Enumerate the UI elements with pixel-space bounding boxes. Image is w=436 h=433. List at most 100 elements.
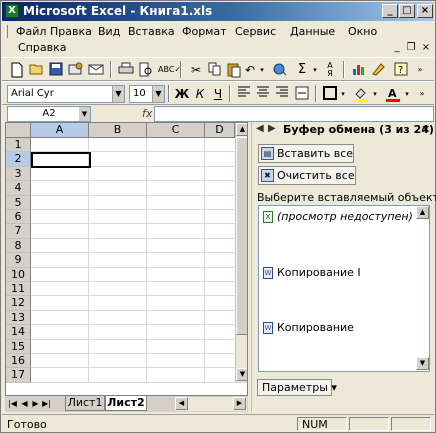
clipboard-items-list[interactable]: X (просмотр недоступен) W Копирование I WК… [258, 205, 430, 372]
align-left-icon[interactable] [236, 86, 252, 102]
paste-icon[interactable] [226, 62, 242, 78]
scroll-right-icon[interactable]: ▶ [233, 397, 246, 410]
scroll-down-icon[interactable]: ▼ [236, 368, 247, 381]
toolbar-options-icon[interactable]: » [412, 62, 428, 78]
drawing-icon[interactable] [371, 62, 387, 78]
row-header-15[interactable]: 15 [6, 339, 31, 354]
print-preview-icon[interactable] [138, 62, 154, 78]
clear-all-button[interactable]: ✖ Очистить все [258, 166, 356, 185]
next-sheet-icon[interactable]: ▶ [31, 397, 40, 410]
row-header-17[interactable]: 17 [6, 368, 31, 383]
chevron-down-icon[interactable]: ▼ [152, 86, 164, 102]
row-header-13[interactable]: 13 [6, 310, 31, 326]
row-header-2[interactable]: 2 [6, 152, 31, 167]
menu-file[interactable]: Файл [16, 25, 46, 38]
formula-input[interactable] [154, 106, 434, 122]
row-header-4[interactable]: 4 [6, 181, 31, 196]
chevron-down-icon[interactable]: ▾ [399, 86, 415, 102]
sheet-tab-list2[interactable]: Лист2 [105, 396, 147, 411]
column-header-b[interactable]: B [89, 123, 147, 138]
column-header-c[interactable]: C [147, 123, 205, 138]
first-sheet-icon[interactable]: |◀ [8, 397, 17, 410]
task-pane-close-icon[interactable]: ✕ [421, 123, 430, 136]
scrollbar-thumb[interactable] [236, 137, 247, 335]
scroll-left-icon[interactable]: ◀ [175, 397, 188, 410]
menu-grip[interactable] [5, 25, 8, 38]
active-cell-a2[interactable] [31, 152, 91, 168]
menu-data[interactable]: Данные [290, 25, 335, 38]
menu-format[interactable]: Формат [182, 25, 227, 38]
font-size-combo[interactable]: 10 ▼ [129, 85, 165, 103]
bold-button[interactable]: Ж [174, 86, 190, 102]
row-header-1[interactable]: 1 [6, 138, 31, 153]
clipboard-item[interactable]: W Копирование I [263, 266, 361, 279]
options-button[interactable]: Параметры ▾ [257, 379, 337, 396]
sheet-tab-list1[interactable]: Лист1 [65, 396, 105, 411]
row-header-12[interactable]: 12 [6, 296, 31, 311]
font-name-combo[interactable]: Arial Cyr ▼ [7, 85, 125, 103]
menu-insert[interactable]: Вставка [128, 25, 175, 38]
last-sheet-icon[interactable]: ▶| [42, 397, 51, 410]
menu-edit[interactable]: Правка [50, 25, 92, 38]
permission-icon[interactable] [68, 62, 84, 78]
align-center-icon[interactable] [255, 86, 271, 102]
chevron-down-icon[interactable]: ▼ [79, 107, 90, 121]
close-button[interactable]: × [417, 4, 433, 18]
save-icon[interactable] [48, 62, 64, 78]
chart-wizard-icon[interactable] [351, 62, 367, 78]
email-icon[interactable] [88, 62, 104, 78]
maximize-button[interactable]: □ [399, 4, 415, 18]
menu-tools[interactable]: Сервис [235, 25, 276, 38]
menu-window[interactable]: Окно [348, 25, 377, 38]
horizontal-scrollbar[interactable]: ◀ ▶ [175, 397, 247, 411]
sort-asc-icon[interactable]: АЯ [322, 62, 338, 78]
row-header-14[interactable]: 14 [6, 325, 31, 340]
chevron-down-icon[interactable]: ▼ [112, 86, 124, 102]
back-icon[interactable]: ◀ [256, 123, 264, 134]
column-header-a[interactable]: A [31, 123, 89, 138]
row-header-3[interactable]: 3 [6, 166, 31, 182]
doc-close-button[interactable]: × [420, 42, 432, 53]
excel-app-icon[interactable]: X [5, 4, 19, 18]
sum-dropdown-icon[interactable]: ▾ [307, 62, 323, 78]
align-right-icon[interactable] [274, 86, 290, 102]
prev-sheet-icon[interactable]: ◀ [20, 397, 29, 410]
worksheet-grid[interactable]: A B C D 1 2 3 4 5 6 7 8 9 10 11 12 13 14 15 16 17 ▲ ▼ [5, 122, 248, 396]
open-icon[interactable] [29, 62, 45, 78]
name-box[interactable]: A2 ▼ [7, 106, 91, 122]
clipboard-item[interactable]: X (просмотр недоступен) [263, 210, 413, 223]
row-header-10[interactable]: 10 [6, 267, 31, 282]
menu-view[interactable]: Вид [98, 25, 120, 38]
paste-all-button[interactable]: ▤ Вставить все [258, 144, 355, 163]
print-icon[interactable] [118, 62, 134, 78]
row-header-6[interactable]: 6 [6, 210, 31, 225]
hyperlink-icon[interactable] [272, 62, 288, 78]
scroll-up-icon[interactable]: ▲ [416, 206, 429, 219]
row-header-8[interactable]: 8 [6, 238, 31, 254]
scroll-down-icon[interactable]: ▼ [416, 357, 429, 370]
underline-button[interactable]: Ч [210, 86, 226, 102]
scroll-up-icon[interactable]: ▲ [236, 123, 247, 136]
help-icon[interactable]: ? [393, 62, 409, 78]
undo-dropdown-icon[interactable]: ▾ [254, 62, 270, 78]
row-header-7[interactable]: 7 [6, 224, 31, 239]
minimize-button[interactable]: _ [382, 4, 398, 18]
row-header-9[interactable]: 9 [6, 253, 31, 268]
row-header-11[interactable]: 11 [6, 282, 31, 297]
cut-icon[interactable]: ✂ [188, 62, 204, 78]
row-header-16[interactable]: 16 [6, 354, 31, 369]
forward-icon[interactable]: ▶ [268, 123, 276, 134]
clipboard-item[interactable]: W Копирование [263, 321, 354, 334]
chevron-down-icon[interactable]: ▾ [367, 86, 383, 102]
doc-minimize-button[interactable]: _ [391, 42, 403, 53]
spelling-icon[interactable]: ABC✓ [158, 62, 181, 78]
doc-restore-button[interactable]: ❐ [405, 42, 417, 53]
menu-help[interactable]: Справка [18, 41, 66, 54]
chevron-down-icon[interactable]: ▾ [335, 86, 351, 102]
toolbar-options-icon[interactable]: » [414, 86, 430, 102]
new-icon[interactable] [9, 62, 25, 78]
column-header-d[interactable]: D [205, 123, 235, 138]
italic-button[interactable]: К [192, 86, 208, 102]
select-all-corner[interactable] [6, 123, 31, 138]
vertical-scrollbar[interactable]: ▲ ▼ [235, 123, 247, 382]
